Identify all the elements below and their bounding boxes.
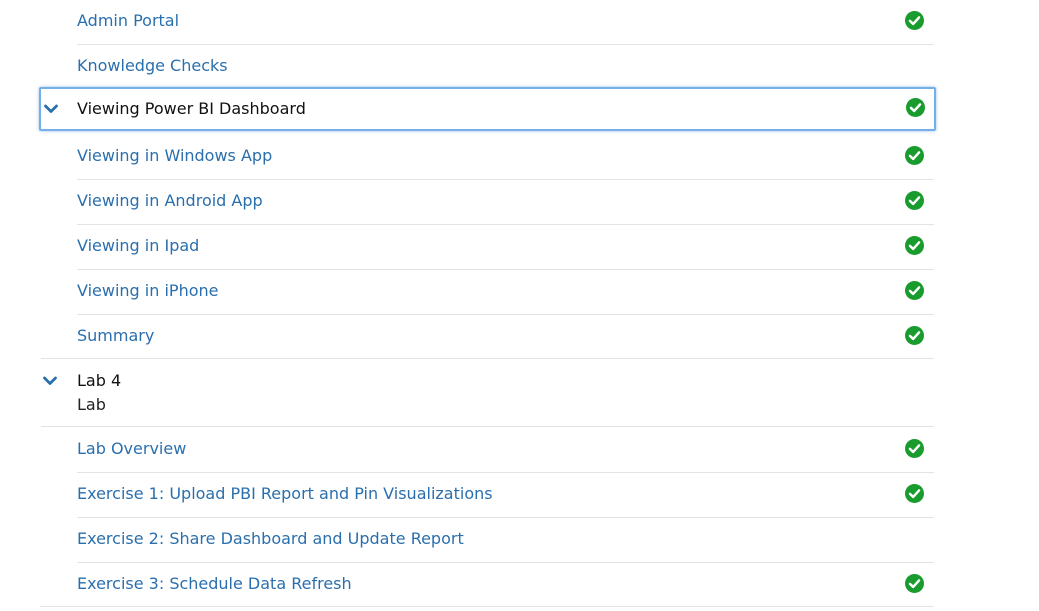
outline-item-windows-app[interactable]: Viewing in Windows App [77,135,934,180]
section-header-lab-4[interactable]: Lab 4 Lab [41,358,934,427]
outline-item-iphone[interactable]: Viewing in iPhone [77,270,934,315]
check-circle-icon [905,191,924,210]
item-link[interactable]: Viewing in Ipad [77,234,199,258]
outline-item-ipad[interactable]: Viewing in Ipad [77,225,934,270]
check-circle-icon [905,574,924,593]
outline-item-lab-overview[interactable]: Lab Overview [77,428,934,473]
check-circle-icon [905,281,924,300]
section-subtitle: Lab [77,395,106,414]
check-circle-icon [906,98,925,117]
outline-item-admin-portal[interactable]: Admin Portal [77,0,934,45]
outline-item-summary[interactable]: Summary [77,315,934,358]
item-link[interactable]: Exercise 2: Share Dashboard and Update R… [77,527,464,551]
item-link[interactable]: Admin Portal [77,9,179,33]
item-link[interactable]: Lab Overview [77,437,186,461]
item-link[interactable]: Viewing in iPhone [77,279,218,303]
section-title: Viewing Power BI Dashboard [77,99,306,118]
check-circle-icon [905,236,924,255]
item-link[interactable]: Exercise 3: Schedule Data Refresh [77,572,352,596]
divider [40,606,934,607]
chevron-down-icon[interactable] [43,376,57,386]
check-circle-icon [905,484,924,503]
item-link[interactable]: Viewing in Windows App [77,144,272,168]
item-link[interactable]: Knowledge Checks [77,54,228,78]
item-link[interactable]: Viewing in Android App [77,189,263,213]
chevron-down-icon[interactable] [44,104,58,114]
item-link[interactable]: Summary [77,324,154,348]
outline-item-knowledge-checks[interactable]: Knowledge Checks [77,45,934,87]
check-circle-icon [905,11,924,30]
item-link[interactable]: Exercise 1: Upload PBI Report and Pin Vi… [77,482,493,506]
check-circle-icon [905,439,924,458]
check-circle-icon [905,146,924,165]
check-circle-icon [905,326,924,345]
outline-item-exercise-1[interactable]: Exercise 1: Upload PBI Report and Pin Vi… [77,473,934,518]
section-header-viewing-power-bi-dashboard[interactable]: Viewing Power BI Dashboard [39,87,936,131]
outline-item-android-app[interactable]: Viewing in Android App [77,180,934,225]
outline-item-exercise-3[interactable]: Exercise 3: Schedule Data Refresh [77,563,934,606]
course-outline: Admin Portal Knowledge Checks Viewing Po… [0,0,1039,611]
outline-item-exercise-2[interactable]: Exercise 2: Share Dashboard and Update R… [77,518,934,563]
section-title: Lab 4 [77,371,122,390]
